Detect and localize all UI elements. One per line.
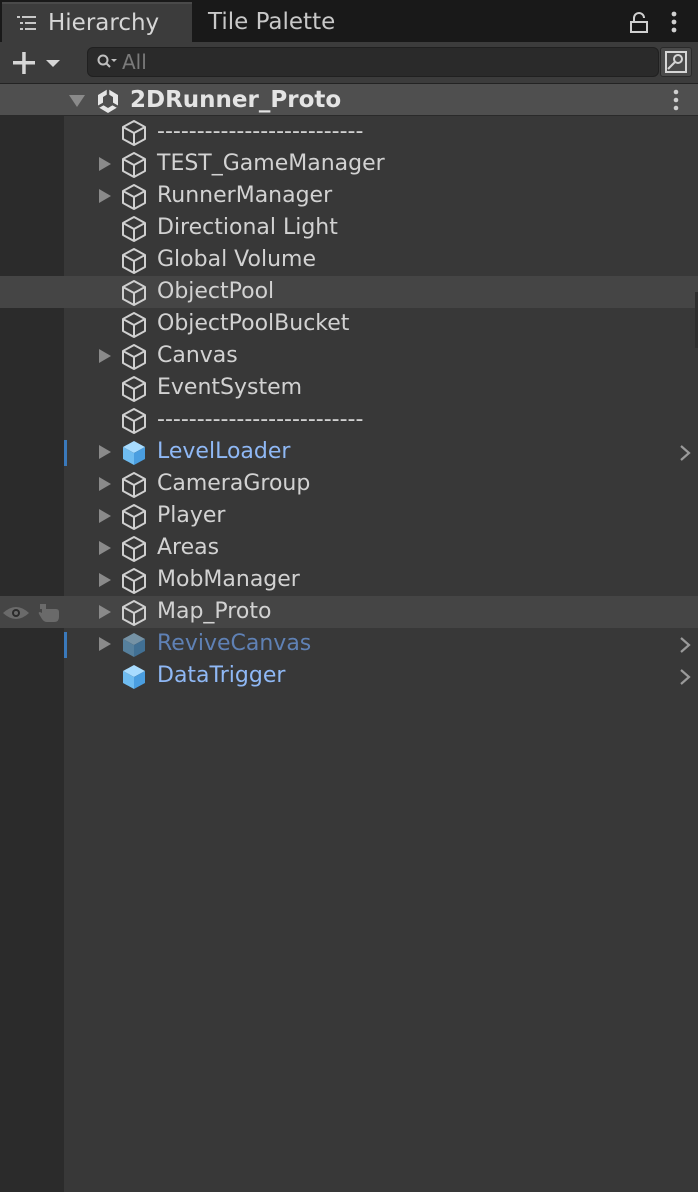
prefab-override-marker — [64, 632, 67, 658]
hierarchy-item-label: Canvas — [157, 343, 238, 368]
eye-icon[interactable] — [2, 604, 30, 622]
tab-hierarchy-label: Hierarchy — [48, 10, 160, 36]
hierarchy-item[interactable]: Areas — [0, 532, 698, 564]
foldout-arrow-icon[interactable] — [97, 445, 111, 459]
hierarchy-item-label: Player — [157, 503, 226, 528]
prefab-cube-icon — [123, 633, 145, 657]
tab-hierarchy[interactable]: Hierarchy — [2, 2, 192, 42]
gameobject-cube-icon — [122, 152, 146, 178]
hierarchy-item[interactable]: Map_Proto — [0, 596, 698, 628]
search-field[interactable] — [87, 47, 659, 77]
gameobject-cube-icon — [122, 408, 146, 434]
hierarchy-item[interactable]: Directional Light — [0, 212, 698, 244]
foldout-arrow-icon[interactable] — [97, 349, 111, 363]
foldout-arrow-icon[interactable] — [97, 637, 111, 651]
gameobject-cube-icon — [122, 120, 146, 146]
gameobject-cube-icon — [122, 376, 146, 402]
gameobject-cube-icon — [122, 568, 146, 594]
hierarchy-list-icon — [17, 16, 36, 30]
hierarchy-item[interactable]: RunnerManager — [0, 180, 698, 212]
prefab-override-marker — [64, 440, 67, 466]
hierarchy-item[interactable]: DataTrigger — [0, 660, 698, 692]
expand-arrow-icon[interactable] — [68, 94, 86, 108]
scene-header[interactable]: 2DRunner_Proto — [0, 84, 698, 116]
hierarchy-item-label: TEST_GameManager — [157, 151, 385, 176]
hierarchy-item[interactable]: ObjectPoolBucket — [0, 308, 698, 340]
hierarchy-item[interactable]: Global Volume — [0, 244, 698, 276]
hierarchy-item-label: -------------------------- — [157, 407, 364, 432]
gameobject-cube-icon — [122, 344, 146, 370]
search-in-scene-icon — [665, 51, 687, 73]
foldout-arrow-icon[interactable] — [97, 605, 111, 619]
hierarchy-item-label: Map_Proto — [157, 599, 272, 624]
hierarchy-item-label: ObjectPool — [157, 279, 275, 304]
search-input[interactable] — [122, 50, 642, 74]
gameobject-cube-icon — [122, 248, 146, 274]
gameobject-cube-icon — [122, 280, 146, 306]
hierarchy-item[interactable]: CameraGroup — [0, 468, 698, 500]
hierarchy-toolbar — [0, 42, 698, 84]
prefab-cube-icon — [123, 441, 145, 465]
gameobject-cube-icon — [122, 472, 146, 498]
foldout-arrow-icon[interactable] — [97, 541, 111, 555]
search-icon — [97, 54, 117, 68]
foldout-arrow-icon[interactable] — [97, 573, 111, 587]
hierarchy-item-label: Global Volume — [157, 247, 316, 272]
hierarchy-item[interactable]: EventSystem — [0, 372, 698, 404]
gameobject-cube-icon — [122, 312, 146, 338]
hierarchy-item-label: EventSystem — [157, 375, 303, 400]
lock-icon[interactable] — [628, 12, 650, 34]
hierarchy-item-label: ObjectPoolBucket — [157, 311, 350, 336]
hierarchy-item[interactable]: Player — [0, 500, 698, 532]
unity-logo-icon — [97, 89, 119, 113]
hierarchy-item-label: Areas — [157, 535, 220, 560]
hierarchy-item-label: Directional Light — [157, 215, 338, 240]
hierarchy-item-label: -------------------------- — [157, 119, 364, 144]
hierarchy-item[interactable]: LevelLoader — [0, 436, 698, 468]
hierarchy-item-label: DataTrigger — [157, 663, 286, 688]
gameobject-cube-icon — [122, 504, 146, 530]
open-prefab-chevron-icon[interactable] — [678, 444, 692, 462]
hierarchy-item-label: LevelLoader — [157, 439, 291, 464]
hierarchy-item-label: CameraGroup — [157, 471, 311, 496]
hierarchy-item-label: MobManager — [157, 567, 300, 592]
hierarchy-item[interactable]: -------------------------- — [0, 116, 698, 148]
plus-icon[interactable] — [8, 48, 68, 78]
scene-name: 2DRunner_Proto — [130, 87, 342, 113]
hierarchy-item-label: RunnerManager — [157, 183, 333, 208]
hierarchy-item-label: ReviveCanvas — [157, 631, 312, 656]
hierarchy-item[interactable]: ObjectPool — [0, 276, 698, 308]
foldout-arrow-icon[interactable] — [97, 509, 111, 523]
window-tab-bar: Hierarchy Tile Palette — [0, 0, 698, 42]
tab-tile-palette[interactable]: Tile Palette — [192, 2, 432, 42]
foldout-arrow-icon[interactable] — [97, 157, 111, 171]
gameobject-cube-icon — [122, 600, 146, 626]
tab-menu-icon[interactable] — [666, 10, 682, 34]
foldout-arrow-icon[interactable] — [97, 477, 111, 491]
open-prefab-chevron-icon[interactable] — [678, 636, 692, 654]
hierarchy-item[interactable]: Canvas — [0, 340, 698, 372]
scene-menu-icon[interactable] — [670, 88, 682, 112]
hierarchy-item[interactable]: -------------------------- — [0, 404, 698, 436]
hierarchy-item[interactable]: MobManager — [0, 564, 698, 596]
tab-tile-palette-label: Tile Palette — [208, 9, 336, 35]
search-in-scene-button[interactable] — [660, 47, 692, 77]
hierarchy-item[interactable]: TEST_GameManager — [0, 148, 698, 180]
hand-pointer-icon[interactable] — [36, 600, 62, 624]
foldout-arrow-icon[interactable] — [97, 189, 111, 203]
gameobject-cube-icon — [122, 184, 146, 210]
hierarchy-item[interactable]: ReviveCanvas — [0, 628, 698, 660]
open-prefab-chevron-icon[interactable] — [678, 668, 692, 686]
gameobject-cube-icon — [122, 536, 146, 562]
prefab-cube-icon — [123, 665, 145, 689]
gameobject-cube-icon — [122, 216, 146, 242]
